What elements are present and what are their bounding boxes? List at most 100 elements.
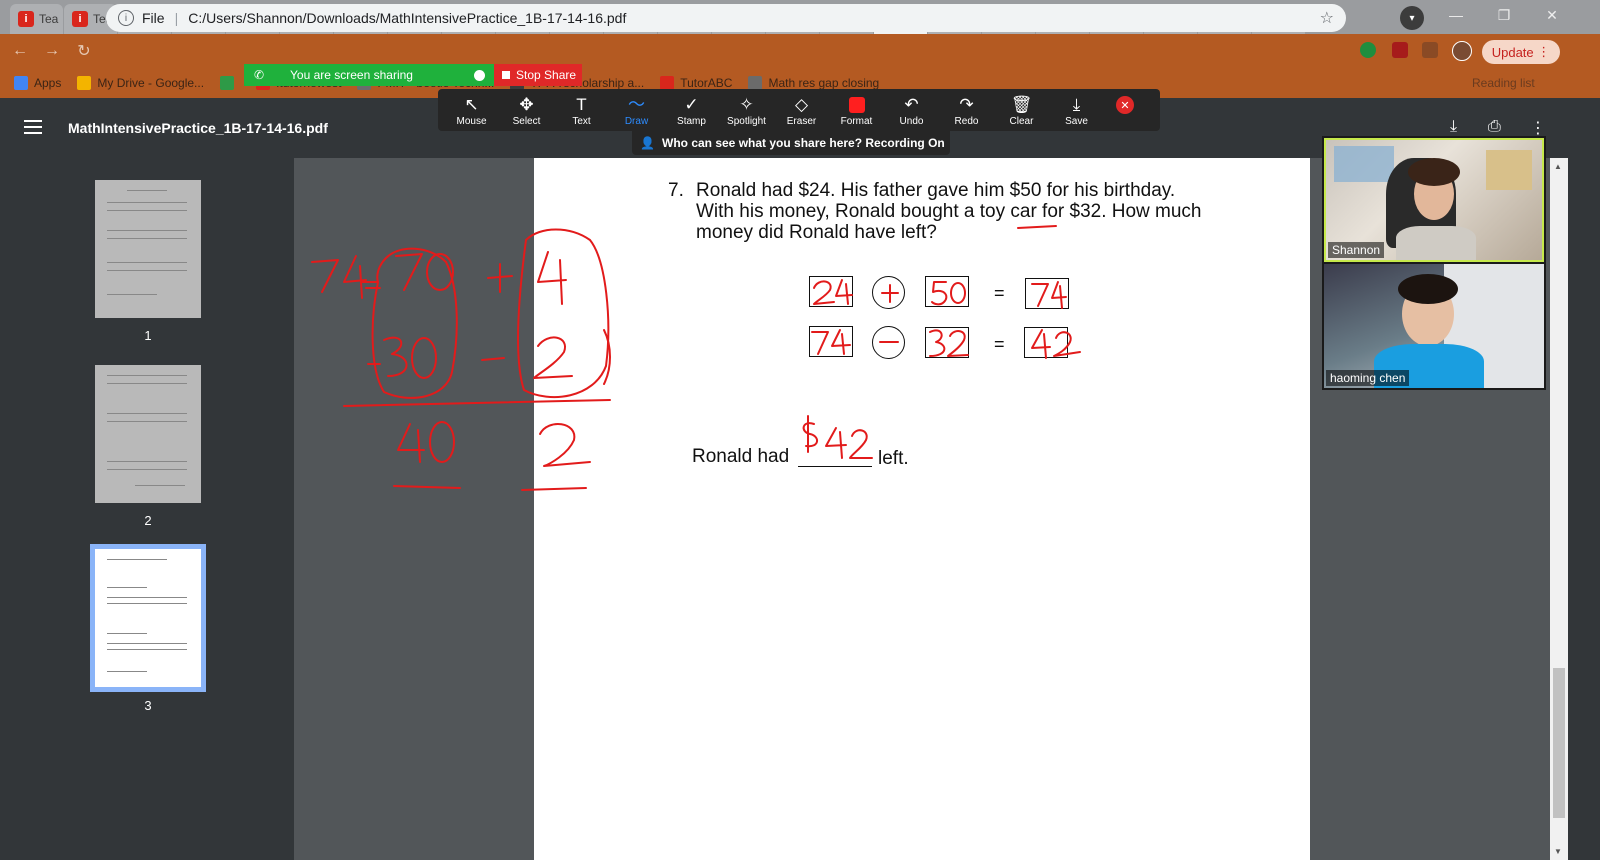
answer-suffix: left. — [878, 448, 909, 469]
shield-icon — [474, 69, 485, 81]
bookmark-item[interactable]: Math res gap closing — [748, 76, 879, 90]
pdf-page — [534, 158, 1310, 860]
tool-mouse[interactable]: ↖ Mouse — [444, 94, 499, 127]
bookmark-star-icon[interactable]: ☆ — [1320, 8, 1334, 28]
participant-hair — [1398, 274, 1458, 304]
bookmark-label: Math res gap closing — [768, 76, 880, 90]
video-panel: Shannon haoming chen — [1322, 136, 1546, 390]
close-annotation-icon[interactable]: ✕ — [1116, 96, 1134, 114]
update-label: Update — [1491, 44, 1534, 60]
print-icon[interactable]: ⎙ — [1488, 118, 1501, 136]
stamp-icon: ✓ — [684, 94, 699, 114]
tool-label: Redo — [954, 115, 979, 127]
bookmark-item[interactable]: My Drive - Google... — [77, 76, 204, 90]
tool-undo[interactable]: ↶ Undo — [884, 94, 939, 127]
page-number-1: 1 — [144, 328, 152, 343]
tool-label: Mouse — [456, 115, 487, 127]
extension-icon[interactable] — [1360, 42, 1376, 58]
sharing-label: You are screen sharing — [290, 68, 413, 82]
ublock-icon[interactable] — [1392, 42, 1408, 58]
bookmark-favicon-icon — [660, 76, 675, 90]
restore-icon[interactable]: ❐ — [1480, 0, 1528, 30]
stop-share-button[interactable]: Stop Share — [494, 64, 582, 86]
question-text: Ronald had $24. His father gave him $50 … — [696, 180, 1202, 243]
answer-box — [925, 276, 969, 307]
info-icon[interactable]: i — [118, 10, 134, 26]
bookmark-item[interactable]: Apps — [14, 76, 61, 90]
tab-favicon-icon: i — [18, 11, 34, 27]
page-thumbnail-3[interactable] — [90, 544, 206, 692]
tool-label: Select — [512, 115, 541, 127]
page-thumbnail-2[interactable] — [95, 365, 201, 503]
separator: | — [174, 10, 179, 26]
scroll-up-icon[interactable]: ▲ — [1554, 162, 1562, 171]
download-icon[interactable]: ⤓ — [1450, 118, 1457, 136]
close-window-icon[interactable]: ✕ — [1528, 0, 1576, 30]
tool-label: Save — [1065, 115, 1088, 127]
reload-icon[interactable]: ↻ — [72, 39, 96, 63]
spotlight-icon: ✧ — [739, 94, 754, 114]
undo-icon: ↶ — [904, 94, 919, 114]
participant-video-haoming[interactable]: haoming chen — [1324, 264, 1544, 388]
mouse-icon: ↖ — [464, 94, 479, 114]
tool-label: Stamp — [677, 115, 706, 127]
tool-label: Text — [572, 115, 591, 127]
answer-prefix: Ronald had — [692, 446, 790, 467]
annotation-toolbar: ↖ Mouse ✥ Select T Text 〜 Draw ✓ Stamp ✧ Spotlight ◇… — [438, 89, 1160, 131]
puzzle-icon[interactable] — [1422, 42, 1438, 58]
equals-sign: = — [994, 334, 1005, 354]
scroll-down-icon[interactable]: ▼ — [1554, 847, 1562, 856]
redo-icon: ↷ — [959, 94, 974, 114]
page-number-3: 3 — [144, 698, 152, 713]
tool-label: Clear — [1009, 115, 1034, 127]
reading-list[interactable]: Reading list — [1472, 76, 1535, 90]
answer-box — [1024, 327, 1068, 358]
forward-icon[interactable]: → — [40, 39, 64, 63]
screen-sharing-banner[interactable]: ✆ You are screen sharing — [244, 64, 494, 86]
bookmark-item[interactable]: TutorABC — [660, 76, 732, 90]
tool-clear[interactable]: 🗑 Clear — [994, 94, 1049, 127]
profile-avatar[interactable] — [1452, 41, 1472, 61]
browser-tab[interactable]: i Tea — [10, 4, 63, 34]
draw-icon: 〜 — [628, 94, 645, 114]
tool-label: Draw — [624, 115, 649, 127]
participant-name: Shannon — [1328, 242, 1385, 258]
pdf-title: MathIntensivePractice_1B-17-14-16.pdf — [68, 120, 328, 136]
tool-format[interactable]: Format — [829, 94, 884, 127]
back-icon[interactable]: ← — [8, 39, 32, 63]
tool-label: Format — [840, 115, 873, 127]
format-icon — [829, 94, 884, 116]
bookmark-label: Apps — [34, 76, 62, 90]
select-icon: ✥ — [519, 94, 534, 114]
page-number-2: 2 — [144, 513, 152, 528]
menu-icon[interactable] — [24, 120, 42, 134]
tool-label: Spotlight — [727, 115, 766, 127]
tool-save[interactable]: ⤓ Save — [1049, 94, 1104, 127]
tool-select[interactable]: ✥ Select — [499, 94, 554, 127]
tool-eraser[interactable]: ◇ Eraser — [774, 94, 829, 127]
minimize-icon[interactable]: — — [1432, 0, 1480, 30]
answer-box — [1025, 278, 1069, 309]
bookmark-favicon-icon — [14, 76, 28, 90]
recording-text: Who can see what you share here? Recordi… — [662, 136, 945, 150]
text-icon: T — [576, 94, 587, 114]
tool-draw[interactable]: 〜 Draw — [609, 94, 664, 127]
document-scrollbar[interactable]: ▲ ▼ — [1550, 158, 1568, 860]
tool-label: Undo — [899, 115, 924, 127]
recording-notice[interactable]: 👤 Who can see what you share here? Recor… — [632, 131, 950, 155]
participant-video-shannon[interactable]: Shannon — [1324, 138, 1544, 262]
tool-text[interactable]: T Text — [554, 94, 609, 127]
update-button[interactable]: Update ⋮ — [1482, 40, 1560, 64]
page-thumbnail-1[interactable] — [95, 180, 201, 318]
more-actions-icon[interactable]: ⋮ — [1530, 118, 1546, 138]
bookmark-item[interactable] — [220, 76, 240, 90]
operator-circle — [872, 326, 905, 359]
tool-stamp[interactable]: ✓ Stamp — [664, 94, 719, 127]
equals-sign: = — [994, 283, 1005, 303]
tool-spotlight[interactable]: ✧ Spotlight — [719, 94, 774, 127]
scroll-thumb[interactable] — [1553, 668, 1565, 818]
tool-redo[interactable]: ↷ Redo — [939, 94, 994, 127]
participant-name: haoming chen — [1326, 370, 1410, 386]
address-bar[interactable]: i File | C:/Users/Shannon/Downloads/Math… — [106, 4, 1346, 32]
tab-search-icon[interactable]: ▾ — [1400, 6, 1424, 30]
